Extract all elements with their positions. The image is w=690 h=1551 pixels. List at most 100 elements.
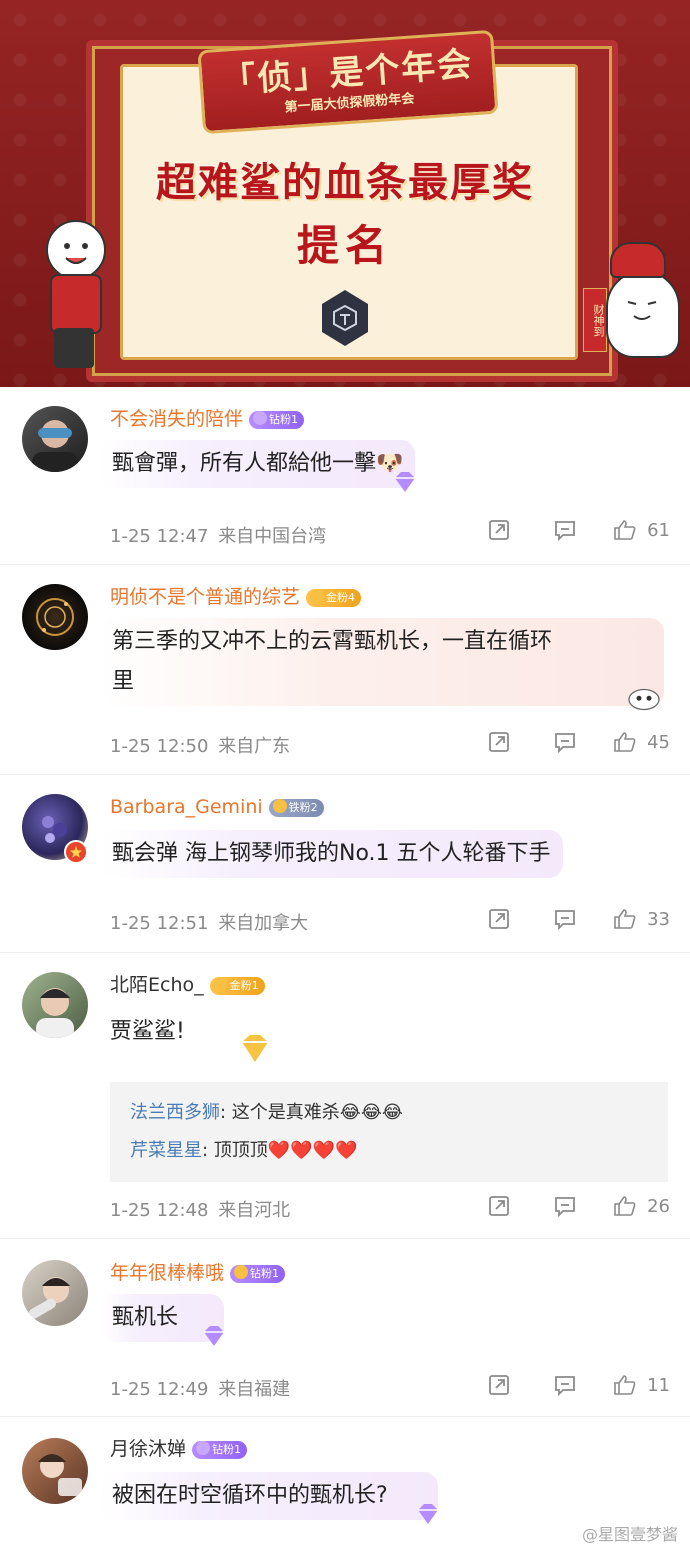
share-button[interactable] [487,1194,511,1218]
avatar[interactable] [22,584,88,650]
comment-username[interactable]: 月徐沐婵 钻粉1 [110,1437,248,1461]
crown-icon [213,976,228,991]
comment-icon [555,910,575,931]
share-icon [489,732,509,752]
reply-username[interactable]: 芹菜星星 [130,1140,202,1161]
comment-icon [555,733,575,754]
comment-item: 年年很棒棒哦 钻粉1 甄机长 1-25 12:49 来自福建 11 [0,1238,690,1417]
gem-icon [417,1504,438,1524]
reply-item[interactable]: 芹菜星星: 顶顶顶❤️❤️❤️❤️ [130,1132,648,1170]
reply-thread[interactable]: 法兰西多狮: 这个是真难杀😂😂😂 芹菜星星: 顶顶顶❤️❤️❤️❤️ [110,1082,668,1182]
comment-meta: 1-25 12:50 来自广东 [110,732,290,758]
comment-meta: 1-25 12:49 来自福建 [110,1375,290,1401]
thumbs-up-icon [614,1375,636,1395]
comment-location: 来自广东 [218,736,291,757]
share-icon [489,1196,509,1216]
username-text[interactable]: Barbara_Gemini [110,796,263,818]
like-button[interactable]: 33 [613,907,670,931]
comment-username[interactable]: 年年很棒棒哦 钻粉1 [110,1261,286,1285]
share-icon [489,520,509,540]
avatar[interactable] [22,972,88,1038]
reply-text: : 这个是真难杀😂😂😂 [220,1102,403,1123]
comment-username[interactable]: 不会消失的陪伴 钻粉1 [110,407,305,431]
like-button[interactable]: 26 [613,1194,670,1218]
comment-actions: 45 [487,730,670,754]
fan-badge[interactable]: 钻粉1 [249,410,305,429]
comment-location: 来自福建 [218,1379,291,1400]
gem-icon [395,472,416,492]
comment-item: 北陌Echo_ 金粉1 贾鲨鲨! 法兰西多狮: 这个是真难杀😂😂😂 芹菜星星: 顶… [0,952,690,1239]
like-button[interactable]: 11 [613,1373,670,1397]
reply-item[interactable]: 法兰西多狮: 这个是真难杀😂😂😂 [130,1094,648,1132]
thumbs-up-icon [614,520,636,540]
gem-icon [204,1326,225,1346]
fan-badge[interactable]: 钻粉1 [192,1440,248,1459]
reply-button[interactable] [553,907,577,931]
avatar[interactable] [22,406,88,472]
comment-username[interactable]: Barbara_Gemini 铁粉2 [110,795,324,819]
like-button[interactable]: 61 [613,518,670,542]
like-count: 26 [647,1195,670,1217]
sticker-icon [628,688,660,711]
share-button[interactable] [487,730,511,754]
share-button[interactable] [487,1373,511,1397]
thumbs-up-icon [614,909,636,929]
username-text[interactable]: 年年很棒棒哦 [110,1262,224,1284]
crown-icon [253,410,268,425]
fan-badge-label: 钻粉1 [250,1266,280,1280]
crown-icon [272,798,287,813]
share-button[interactable] [487,907,511,931]
username-text[interactable]: 北陌Echo_ [110,974,204,996]
reply-username[interactable]: 法兰西多狮 [130,1102,220,1123]
reply-text: : 顶顶顶❤️❤️❤️❤️ [202,1140,358,1161]
comment-text: 甄机长 [112,1305,179,1330]
watermark: @星图壹梦酱 [581,1525,678,1544]
comment-time: 1-25 12:51 [110,913,209,934]
fan-badge[interactable]: 金粉4 [306,588,362,607]
avatar[interactable] [22,1260,88,1326]
comment-username[interactable]: 明侦不是个普通的综艺 金粉4 [110,585,362,609]
like-count: 33 [647,908,670,930]
comment-bubble: 甄會彈，所有人都給他一擊🐶 [100,440,416,492]
comment-icon [555,1376,575,1397]
share-button[interactable] [487,518,511,542]
comment-username[interactable]: 北陌Echo_ 金粉1 [110,973,265,997]
fan-badge[interactable]: 金粉1 [209,976,265,995]
comment-icon [555,521,575,542]
fan-badge[interactable]: 铁粉2 [268,798,324,817]
fan-badge[interactable]: 钻粉1 [230,1264,286,1283]
username-text[interactable]: 明侦不是个普通的综艺 [110,586,300,608]
reply-button[interactable] [553,1373,577,1397]
thumbs-up-icon [614,732,636,752]
comment-location: 来自加拿大 [218,913,309,934]
comment-text: 贾鲨鲨! [110,1019,185,1044]
comment-meta: 1-25 12:47 来自中国台湾 [110,522,326,548]
reply-button[interactable] [553,730,577,754]
fan-badge-label: 钻粉1 [212,1442,242,1456]
reply-button[interactable] [553,518,577,542]
comment-location: 来自中国台湾 [218,526,327,547]
comment-bubble: 第三季的又冲不上的云霄甄机长，一直在循环 里 [100,618,664,711]
like-button[interactable]: 45 [613,730,670,754]
reply-button[interactable] [553,1194,577,1218]
verified-badge-icon [64,840,88,864]
comment-bubble: 甄机长 [100,1294,225,1346]
share-icon [489,1375,509,1395]
comment-text-line: 里 [112,669,135,694]
award-banner: 「侦」是个年会 第一届大侦探假粉年会 超难鲨的血条最厚奖 提名 财神到 [0,0,690,387]
comment-item: 月徐沐婵 钻粉1 被困在时空循环中的甄机长? @星图壹梦酱 [0,1416,690,1551]
like-count: 45 [647,731,670,753]
username-text[interactable]: 月徐沐婵 [110,1438,186,1460]
comment-time: 1-25 12:49 [110,1379,209,1400]
comment-actions: 11 [487,1373,670,1397]
thumbs-up-icon [614,1196,636,1216]
share-icon [489,909,509,929]
comment-location: 来自河北 [218,1200,291,1221]
avatar[interactable] [22,1438,88,1504]
comment-time: 1-25 12:48 [110,1200,209,1221]
comment-item: 不会消失的陪伴 钻粉1 甄會彈，所有人都給他一擊🐶 1-25 12:47 来自中国… [0,388,690,565]
comment-time: 1-25 12:50 [110,736,209,757]
award-title: 超难鲨的血条最厚奖 [156,159,534,206]
username-text[interactable]: 不会消失的陪伴 [110,408,243,430]
comment-actions: 26 [487,1194,670,1218]
